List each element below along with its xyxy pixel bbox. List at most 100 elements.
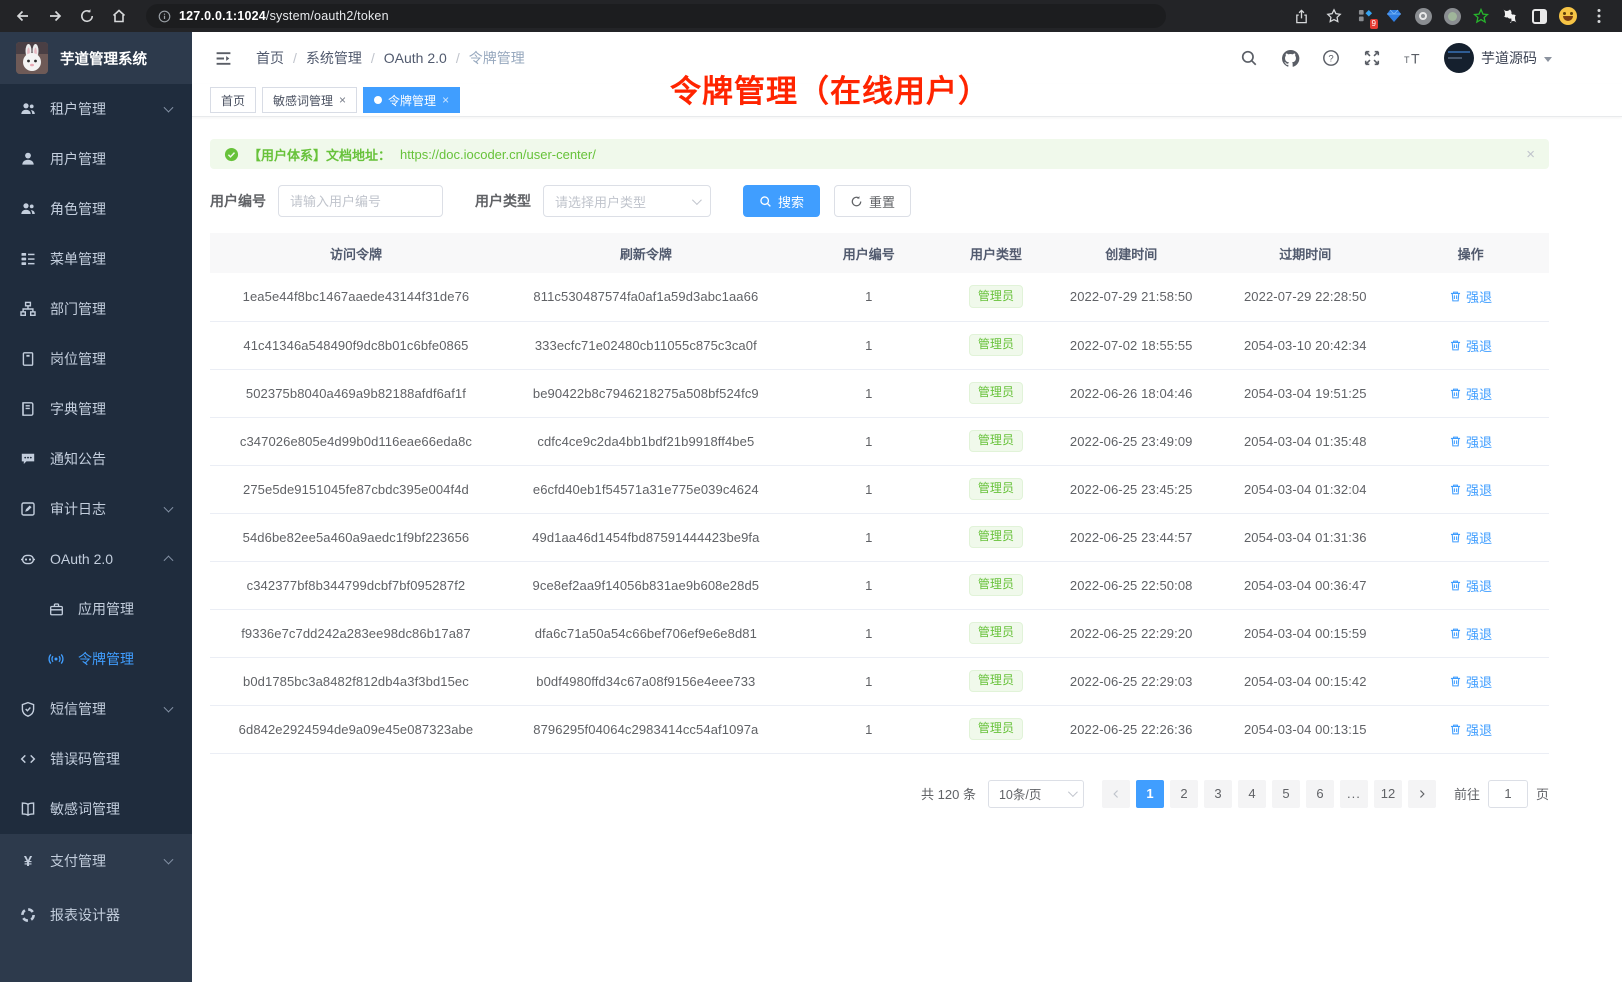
dictionary-icon: [20, 401, 36, 417]
prev-page-button[interactable]: [1102, 780, 1130, 808]
home-icon[interactable]: [106, 3, 132, 29]
doc-alert: 【用户体系】文档地址： https://doc.iocoder.cn/user-…: [210, 139, 1549, 169]
sidebar-item-短信管理[interactable]: 短信管理: [0, 684, 192, 734]
page-button-2[interactable]: 2: [1170, 780, 1198, 808]
force-logout-button[interactable]: 强退: [1449, 528, 1492, 547]
site-info-icon[interactable]: [158, 10, 171, 23]
force-logout-button[interactable]: 强退: [1449, 672, 1492, 691]
cell-action: 强退: [1392, 417, 1549, 465]
browser-menu-icon[interactable]: [1586, 3, 1612, 29]
sidebar-item-字典管理[interactable]: 字典管理: [0, 384, 192, 434]
gem-extension-icon[interactable]: [1383, 5, 1405, 27]
force-logout-button[interactable]: 强退: [1449, 432, 1492, 451]
sidebar-item-支付管理[interactable]: ¥支付管理: [0, 834, 192, 888]
bookmark-star-icon[interactable]: [1321, 3, 1347, 29]
breadcrumb-item[interactable]: OAuth 2.0: [384, 50, 447, 66]
tab-令牌管理[interactable]: 令牌管理×: [363, 87, 460, 113]
page-button-4[interactable]: 4: [1238, 780, 1266, 808]
force-logout-button[interactable]: 强退: [1449, 720, 1492, 739]
sidebar-item-label: 令牌管理: [78, 649, 134, 669]
sidebar-item-菜单管理[interactable]: 菜单管理: [0, 234, 192, 284]
fullscreen-icon[interactable]: [1362, 48, 1382, 68]
sidebar-item-租户管理[interactable]: 租户管理: [0, 84, 192, 134]
page-button-1[interactable]: 1: [1136, 780, 1164, 808]
search-button[interactable]: 搜索: [743, 185, 820, 217]
user-type-select[interactable]: 请选择用户类型: [543, 185, 711, 217]
extension-grid-icon[interactable]: 9: [1354, 5, 1376, 27]
emoji-extension-icon[interactable]: [1557, 5, 1579, 27]
svg-text:?: ?: [1328, 53, 1333, 64]
help-icon[interactable]: ?: [1321, 48, 1341, 68]
chevron-down-icon: [1068, 787, 1078, 797]
cell-refresh_token: 333ecfc71e02480cb11055c875c3ca0f: [502, 321, 790, 369]
force-logout-button[interactable]: 强退: [1449, 287, 1492, 306]
cell-expires_at: 2054-03-04 00:13:15: [1218, 705, 1392, 753]
sidebar-item-审计日志[interactable]: 审计日志: [0, 484, 192, 534]
sidebar-item-敏感词管理[interactable]: 敏感词管理: [0, 784, 192, 834]
share-icon[interactable]: [1288, 3, 1314, 29]
force-logout-button[interactable]: 强退: [1449, 576, 1492, 595]
cell-expires_at: 2054-03-10 20:42:34: [1218, 321, 1392, 369]
table-row: 6d842e2924594de9a09e45e087323abe8796295f…: [210, 705, 1549, 753]
force-logout-button[interactable]: 强退: [1449, 624, 1492, 643]
next-page-button[interactable]: [1408, 780, 1436, 808]
page-button-5[interactable]: 5: [1272, 780, 1300, 808]
pinwheel-extension-icon[interactable]: [1499, 5, 1521, 27]
tab-首页[interactable]: 首页: [210, 87, 256, 113]
page-button-3[interactable]: 3: [1204, 780, 1232, 808]
close-icon[interactable]: ×: [1526, 146, 1535, 163]
extension-badge: 9: [1370, 19, 1378, 29]
recorder-extension-icon[interactable]: [1441, 5, 1463, 27]
page-button-6[interactable]: 6: [1306, 780, 1334, 808]
sidebar-item-部门管理[interactable]: 部门管理: [0, 284, 192, 334]
side-panel-icon[interactable]: [1528, 5, 1550, 27]
app-logo[interactable]: 芋道管理系统: [0, 32, 192, 84]
sidebar-item-label: 短信管理: [50, 699, 106, 719]
report-designer-icon: [20, 907, 36, 923]
back-icon[interactable]: [10, 3, 36, 29]
breadcrumb-item[interactable]: 首页: [256, 48, 284, 68]
github-icon[interactable]: [1280, 48, 1300, 68]
force-logout-label: 强退: [1466, 624, 1492, 643]
sidebar-item-用户管理[interactable]: 用户管理: [0, 134, 192, 184]
cell-user_id: 1: [790, 513, 948, 561]
user-menu[interactable]: 芋道源码: [1444, 43, 1552, 73]
forward-icon[interactable]: [42, 3, 68, 29]
search-icon[interactable]: [1239, 48, 1259, 68]
sidebar-item-令牌管理[interactable]: 令牌管理: [0, 634, 192, 684]
command-extension-icon[interactable]: [1412, 5, 1434, 27]
sidebar-item-报表设计器[interactable]: 报表设计器: [0, 888, 192, 942]
address-bar[interactable]: 127.0.0.1:1024/system/oauth2/token: [146, 4, 1166, 28]
hamburger-icon[interactable]: [206, 41, 240, 75]
green-star-extension-icon[interactable]: [1470, 5, 1492, 27]
sidebar-item-通知公告[interactable]: 通知公告: [0, 434, 192, 484]
doc-link[interactable]: https://doc.iocoder.cn/user-center/: [400, 147, 596, 162]
sidebar-item-应用管理[interactable]: 应用管理: [0, 584, 192, 634]
user-id-input[interactable]: [278, 185, 443, 217]
cell-user_type: 管理员: [948, 513, 1044, 561]
force-logout-button[interactable]: 强退: [1449, 336, 1492, 355]
sidebar-item-角色管理[interactable]: 角色管理: [0, 184, 192, 234]
column-header: 用户类型: [948, 233, 1044, 273]
goto-page-input[interactable]: [1488, 780, 1528, 808]
force-logout-button[interactable]: 强退: [1449, 384, 1492, 403]
reload-icon[interactable]: [74, 3, 100, 29]
cell-expires_at: 2054-03-04 00:15:59: [1218, 609, 1392, 657]
payment-yen-icon: ¥: [20, 853, 36, 869]
sidebar-item-OAuth 2.0[interactable]: OAuth 2.0: [0, 534, 192, 584]
breadcrumb-item[interactable]: 系统管理: [306, 48, 362, 68]
font-size-icon[interactable]: TT: [1403, 48, 1423, 68]
cell-user_type: 管理员: [948, 657, 1044, 705]
user-type-badge: 管理员: [969, 334, 1023, 357]
tab-敏感词管理[interactable]: 敏感词管理×: [262, 87, 357, 113]
page-button-12[interactable]: 12: [1374, 780, 1402, 808]
sidebar-item-错误码管理[interactable]: 错误码管理: [0, 734, 192, 784]
force-logout-button[interactable]: 强退: [1449, 480, 1492, 499]
close-icon[interactable]: ×: [339, 94, 346, 106]
page-size-select[interactable]: 10条/页: [988, 780, 1084, 808]
reset-button[interactable]: 重置: [834, 185, 911, 217]
trash-icon: [1449, 387, 1462, 400]
sidebar-item-岗位管理[interactable]: 岗位管理: [0, 334, 192, 384]
cell-user_id: 1: [790, 705, 948, 753]
close-icon[interactable]: ×: [442, 94, 449, 106]
